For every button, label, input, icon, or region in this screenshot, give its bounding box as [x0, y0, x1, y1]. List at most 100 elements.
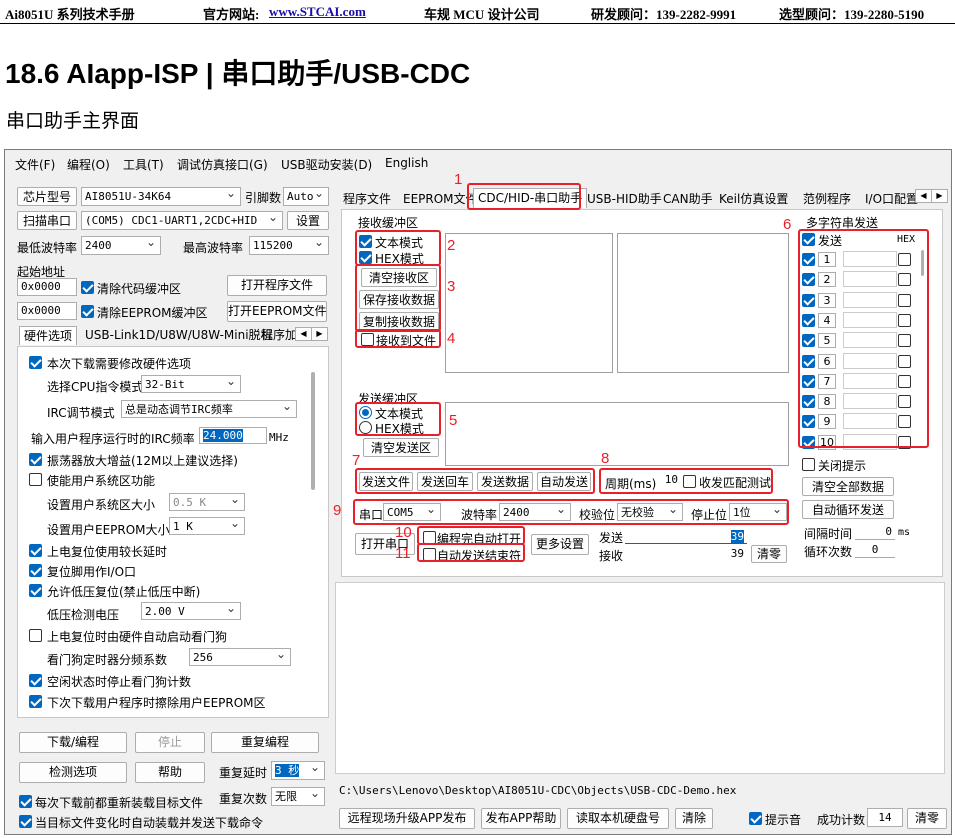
chip-model-button[interactable]: 芯片型号 [17, 187, 77, 206]
tab-usb-link[interactable]: USB-Link1D/U8W/U8W-Mini脱机 [81, 326, 277, 344]
multi-row-send-button[interactable]: 5 [818, 333, 836, 349]
tab-can[interactable]: CAN助手 [659, 190, 717, 208]
multi-row-enable-checkbox[interactable] [802, 253, 815, 266]
wdt-auto-checkbox[interactable] [29, 629, 42, 642]
multi-row-enable-checkbox[interactable] [802, 293, 815, 307]
send-return-button[interactable]: 发送回车 [417, 472, 473, 491]
irc-mode-select[interactable]: 总是动态调节IRC频率 [121, 400, 297, 418]
tab-examples[interactable]: 范例程序 [799, 190, 855, 208]
multi-send-checkbox[interactable] [802, 233, 815, 246]
multi-row-text-input[interactable] [843, 311, 897, 328]
multi-row-send-button[interactable]: 9 [818, 414, 836, 430]
multi-row-send-button[interactable]: 3 [818, 292, 836, 308]
multi-row-text-input[interactable] [843, 251, 897, 267]
cpu-mode-select[interactable]: 32-Bit [141, 375, 241, 393]
multi-row-text-input[interactable] [843, 413, 897, 430]
clear-send-button[interactable]: 清空发送区 [363, 438, 439, 457]
clear-log-button[interactable]: 清除 [675, 808, 713, 829]
help-button[interactable]: 帮助 [135, 762, 205, 783]
parity-select[interactable]: 无校验 [617, 503, 683, 521]
osc-gain-checkbox[interactable] [29, 453, 42, 466]
clear-code-buffer-checkbox[interactable] [81, 281, 94, 294]
recv-hex-area[interactable] [617, 233, 789, 373]
recv-text-area[interactable] [445, 233, 613, 373]
erase-eeprom-checkbox[interactable] [29, 695, 42, 708]
multi-row-hex-checkbox[interactable] [898, 435, 911, 449]
auto-open-after-prog-checkbox[interactable] [423, 531, 436, 544]
multi-row-text-input[interactable] [843, 291, 897, 308]
match-test-checkbox[interactable] [683, 475, 696, 488]
auto-send-end-char-checkbox[interactable] [423, 548, 436, 561]
more-settings-button[interactable]: 更多设置 [531, 534, 589, 555]
multi-row-hex-checkbox[interactable] [898, 313, 911, 327]
multi-row-text-input[interactable] [843, 332, 897, 349]
sys-area-size-select[interactable]: 0.5 K [169, 493, 245, 511]
multi-row-send-button[interactable]: 2 [818, 272, 836, 288]
tab-scroll-right-icon[interactable]: ▶ [311, 327, 328, 341]
multi-row-text-input[interactable] [843, 393, 897, 410]
auto-load-send-checkbox[interactable] [19, 815, 32, 828]
multi-row-send-button[interactable]: 4 [818, 312, 836, 328]
tab-keil-sim[interactable]: Keil仿真设置 [715, 190, 792, 208]
tab-usb-hid[interactable]: USB-HID助手 [583, 190, 666, 208]
clear-count-button[interactable]: 清零 [751, 545, 787, 563]
tab-cdc-hid-serial[interactable]: CDC/HID-串口助手 [473, 188, 588, 208]
save-recv-button[interactable]: 保存接收数据 [359, 290, 439, 309]
min-baud-select[interactable]: 2400 [81, 236, 161, 255]
irc-freq-input[interactable]: 24.000 [199, 427, 267, 444]
download-program-button[interactable]: 下载/编程 [19, 732, 127, 753]
send-text-area[interactable] [445, 402, 789, 466]
user-sys-area-checkbox[interactable] [29, 473, 42, 486]
multi-row-hex-checkbox[interactable] [898, 374, 911, 388]
clear-success-count-button[interactable]: 清零 [907, 808, 947, 829]
publish-app-help-button[interactable]: 发布APP帮助 [481, 808, 561, 829]
recv-text-mode-checkbox[interactable] [359, 235, 372, 248]
multi-row-enable-checkbox[interactable] [802, 415, 815, 429]
multi-row-send-button[interactable]: 7 [818, 373, 836, 389]
multi-row-hex-checkbox[interactable] [898, 334, 911, 348]
stop-button[interactable]: 停止 [135, 732, 205, 753]
tab-scroll-left-icon[interactable]: ◀ [295, 327, 312, 341]
lvd-voltage-select[interactable]: 2.00 V [141, 602, 241, 620]
open-program-file-button[interactable]: 打开程序文件 [227, 275, 327, 296]
send-text-mode-radio[interactable] [359, 406, 372, 419]
menu-tools[interactable]: 工具(T) [123, 156, 164, 173]
start-addr-input-2[interactable]: 0x0000 [17, 302, 77, 320]
multi-row-enable-checkbox[interactable] [802, 354, 815, 368]
auto-loop-send-button[interactable]: 自动循环发送 [802, 500, 894, 519]
recv-to-file-checkbox[interactable] [361, 333, 374, 346]
lvd-reset-checkbox[interactable] [29, 584, 42, 597]
idle-stop-wdt-checkbox[interactable] [29, 674, 42, 687]
multi-row-send-button[interactable]: 1 [818, 252, 836, 267]
auto-send-button[interactable]: 自动发送 [537, 472, 591, 491]
multi-row-send-button[interactable]: 8 [818, 394, 836, 410]
close-hint-checkbox[interactable] [802, 458, 815, 471]
clear-eeprom-buffer-checkbox[interactable] [81, 305, 94, 318]
settings-button[interactable]: 设置 [287, 211, 329, 230]
reload-before-download-checkbox[interactable] [19, 795, 32, 808]
multi-row-hex-checkbox[interactable] [898, 415, 911, 429]
check-options-button[interactable]: 检测选项 [19, 762, 127, 783]
multi-row-send-button[interactable]: 10 [818, 434, 836, 450]
multi-send-scrollbar[interactable] [921, 250, 924, 276]
menu-file[interactable]: 文件(F) [15, 156, 55, 173]
send-data-button[interactable]: 发送数据 [477, 472, 533, 491]
repeat-count-select[interactable]: 无限 [271, 787, 325, 806]
stop-bit-select[interactable]: 1位 [729, 503, 787, 521]
reset-pin-io-checkbox[interactable] [29, 564, 42, 577]
multi-row-text-input[interactable] [843, 352, 897, 369]
multi-row-hex-checkbox[interactable] [898, 253, 911, 266]
multi-row-enable-checkbox[interactable] [802, 273, 815, 287]
multi-row-hex-checkbox[interactable] [898, 273, 911, 287]
clear-all-data-button[interactable]: 清空全部数据 [802, 477, 894, 496]
period-input[interactable]: 10 [655, 472, 681, 490]
log-area[interactable] [335, 582, 945, 774]
eeprom-size-select[interactable]: 1 K [169, 517, 245, 535]
website-link[interactable]: www.STCAI.com [269, 4, 366, 19]
hardware-options-scrollbar[interactable] [311, 372, 315, 490]
multi-row-text-input[interactable] [843, 372, 897, 389]
reprogram-button[interactable]: 重复编程 [211, 732, 319, 753]
menu-usb-driver[interactable]: USB驱动安装(D) [281, 156, 372, 173]
copy-recv-button[interactable]: 复制接收数据 [359, 312, 439, 331]
send-hex-mode-radio[interactable] [359, 421, 372, 434]
